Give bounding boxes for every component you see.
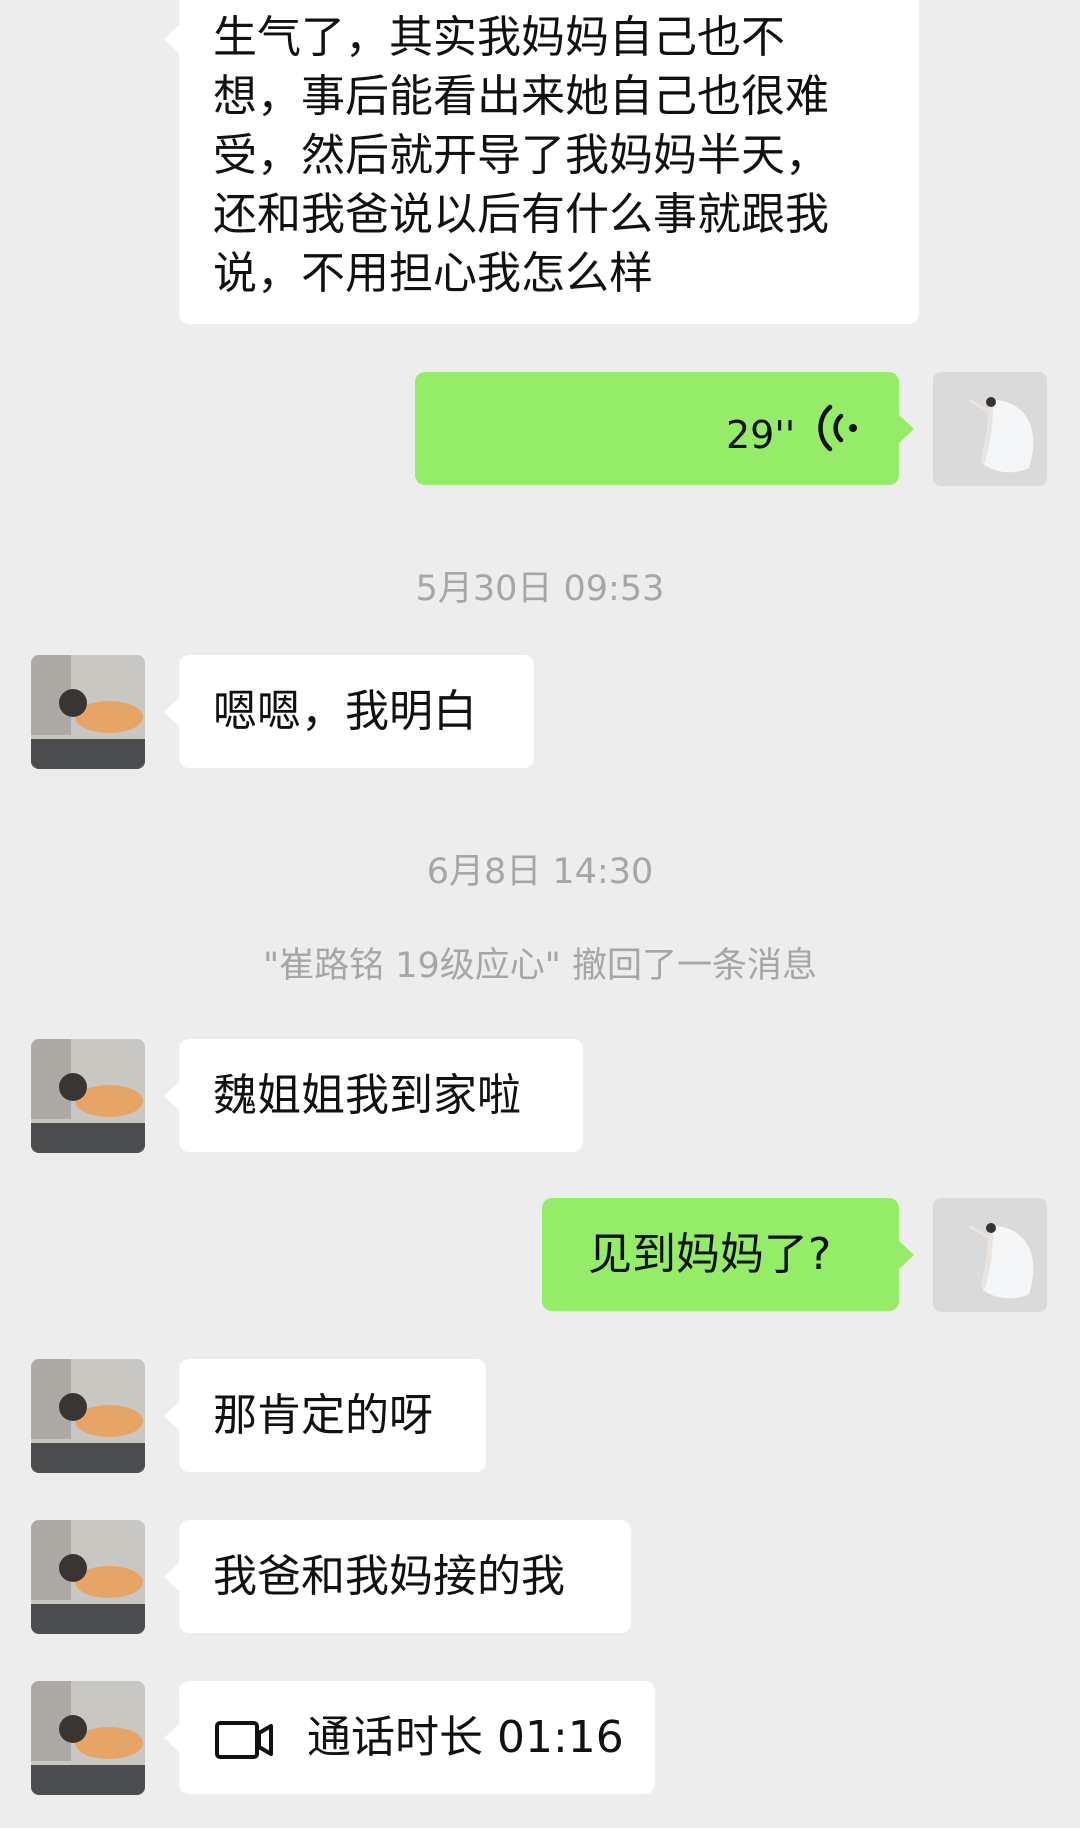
avatar-contact[interactable] [31, 1681, 145, 1795]
message-text: 我爸和我妈接的我 [213, 1551, 565, 1602]
message-bubble-incoming[interactable]: 我爸和我妈接的我 [164, 1520, 631, 1633]
message-text: 见到妈妈了? [588, 1229, 832, 1280]
message-line: 生气了，其实我妈妈自己也不 [213, 12, 785, 63]
message-bubble-incoming[interactable]: 魏姐姐我到家啦 [164, 1039, 583, 1152]
message-line: 说，不用担心我怎么样 [213, 248, 653, 299]
voice-duration: 29'' [726, 413, 796, 457]
message-bubble-incoming[interactable]: 嗯嗯，我明白 [164, 655, 534, 768]
message-bubble-incoming-long[interactable]: 生气了，其实我妈妈自己也不 想，事后能看出来她自己也很难 受，然后就开导了我妈妈… [164, 0, 919, 324]
chat-view: 生气了，其实我妈妈自己也不 想，事后能看出来她自己也很难 受，然后就开导了我妈妈… [0, 0, 1080, 1828]
avatar-self[interactable] [933, 372, 1047, 486]
message-text: 那肯定的呀 [213, 1390, 433, 1441]
timestamp: 5月30日 09:53 [415, 569, 665, 609]
recall-notice: "崔路铭 19级应心" 撤回了一条消息 [263, 946, 817, 986]
avatar-contact[interactable] [31, 1039, 145, 1153]
message-text: 魏姐姐我到家啦 [213, 1070, 521, 1121]
message-bubble-incoming[interactable]: 那肯定的呀 [164, 1359, 486, 1472]
video-camera-icon [215, 1717, 275, 1776]
voice-message-bubble[interactable]: 29'' [415, 372, 914, 485]
timestamp: 6月8日 14:30 [426, 852, 654, 892]
message-line: 想，事后能看出来她自己也很难 [213, 71, 829, 122]
message-line: 受，然后就开导了我妈妈半天， [213, 130, 829, 181]
avatar-contact[interactable] [31, 1520, 145, 1634]
avatar-contact[interactable] [31, 655, 145, 769]
video-call-record-bubble[interactable]: 通话时长 01:16 [164, 1681, 655, 1794]
message-line: 还和我爸说以后有什么事就跟我 [213, 189, 829, 240]
avatar-self[interactable] [933, 1198, 1047, 1312]
message-bubble-outgoing[interactable]: 见到妈妈了? [542, 1198, 914, 1311]
message-text: 嗯嗯，我明白 [213, 686, 477, 737]
call-duration-label: 通话时长 01:16 [307, 1712, 624, 1763]
avatar-contact[interactable] [31, 1359, 145, 1473]
voice-wave-icon [817, 404, 861, 467]
